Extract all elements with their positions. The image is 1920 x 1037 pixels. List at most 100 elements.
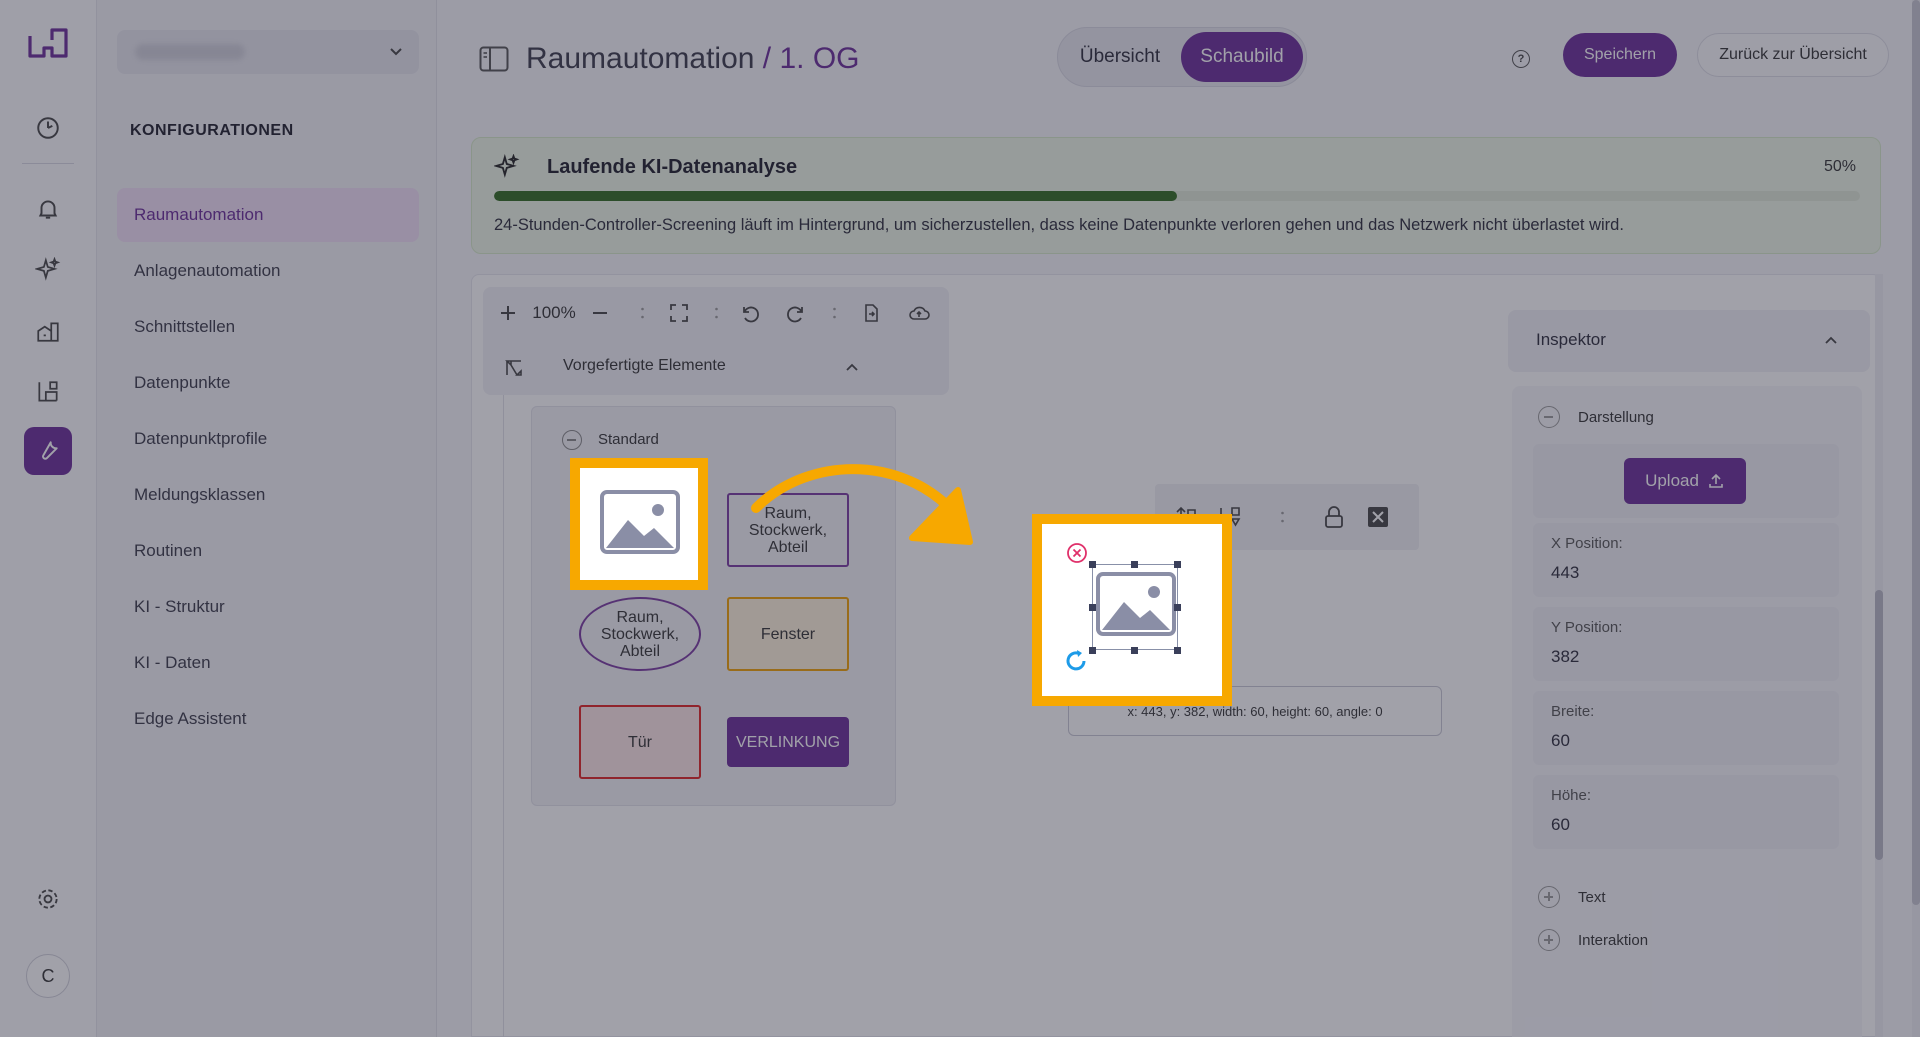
field-height[interactable]: Höhe: 60 [1533, 775, 1839, 849]
sidebar-item-label: Edge Assistent [134, 709, 247, 728]
sidebar-item-anlagenautomation[interactable]: Anlagenautomation [117, 244, 419, 298]
sidebar-item-label: Datenpunkte [134, 373, 231, 392]
logo-icon [28, 28, 68, 58]
scrollbar-thumb[interactable] [1912, 0, 1920, 905]
sidebar-item-label: KI - Daten [134, 653, 211, 672]
zoom-out-button[interactable] [585, 295, 615, 331]
expand-interaction-icon[interactable] [1538, 929, 1560, 951]
cloud-upload-icon [909, 306, 930, 320]
field-label: Höhe: [1551, 787, 1592, 804]
nav-buildings[interactable] [24, 307, 72, 355]
chevron-up-icon [846, 363, 858, 371]
ai-banner-description: 24-Stunden-Controller-Screening läuft im… [494, 216, 1624, 234]
field-width[interactable]: Breite: 60 [1533, 691, 1839, 765]
palette-ellipse-element[interactable]: Raum, Stockwerk, Abteil [579, 597, 701, 671]
ai-progress-bar [494, 191, 1860, 201]
upload-button[interactable]: Upload [1624, 458, 1746, 504]
zoom-in-button[interactable] [493, 295, 523, 331]
section-interaction-label: Interaktion [1578, 932, 1649, 949]
floorplan-icon [38, 381, 58, 402]
user-avatar[interactable]: C [26, 954, 70, 998]
sidebar-item-raumautomation[interactable]: Raumautomation [117, 188, 419, 242]
shapes-icon [505, 360, 522, 376]
bell-icon [38, 200, 58, 219]
editor-toolbar: 100% Vorgefertigte Elemente [483, 287, 949, 395]
section-display-label: Darstellung [1578, 409, 1654, 426]
sidebar-item-ki-struktur[interactable]: KI - Struktur [117, 580, 419, 634]
app-logo[interactable] [26, 26, 70, 66]
field-label: Y Position: [1551, 619, 1623, 636]
sidebar-item-label: Routinen [134, 541, 203, 560]
minus-icon [593, 312, 607, 314]
collapse-display-icon[interactable] [1538, 406, 1560, 428]
palette-window-element[interactable]: Fenster [727, 597, 849, 671]
nav-notifications[interactable] [24, 185, 72, 233]
sidebar-item-datenpunktprofile[interactable]: Datenpunktprofile [117, 412, 419, 466]
fit-to-screen-button[interactable] [663, 295, 695, 331]
upload-label: Upload [1645, 471, 1699, 490]
rail-divider [22, 163, 74, 164]
ai-progress-percent: 50% [1823, 158, 1856, 175]
project-name-blurred [135, 44, 245, 60]
tab-uebersicht[interactable]: Übersicht [1064, 32, 1176, 82]
toolbar-separator [833, 307, 836, 319]
page-title-floor: / 1. OG [754, 42, 860, 75]
sidebar-item-label: Anlagenautomation [134, 261, 281, 280]
expand-text-icon[interactable] [1538, 886, 1560, 908]
tab-schaubild[interactable]: Schaubild [1181, 32, 1303, 82]
upload-icon [1709, 473, 1723, 488]
nav-floorplan[interactable] [24, 368, 72, 416]
back-to-overview-button[interactable]: Zurück zur Übersicht [1697, 33, 1889, 77]
sidebar-item-label: Meldungsklassen [134, 485, 266, 504]
delete-element-icon[interactable] [1365, 504, 1391, 530]
save-button[interactable]: Speichern [1563, 33, 1677, 77]
palette-door-element[interactable]: Tür [579, 705, 701, 779]
cloud-upload-button[interactable] [903, 295, 935, 331]
undo-button[interactable] [733, 295, 765, 331]
sparkle-icon [35, 257, 61, 281]
field-y-position[interactable]: Y Position: 382 [1533, 607, 1839, 681]
sidebar-item-ki-daten[interactable]: KI - Daten [117, 636, 419, 690]
inspector-header[interactable]: Inspektor [1508, 310, 1870, 372]
sidebar-item-meldungsklassen[interactable]: Meldungsklassen [117, 468, 419, 522]
scrollbar-thumb[interactable] [1875, 590, 1883, 860]
undo-icon [743, 306, 759, 323]
import-button[interactable] [855, 295, 887, 331]
palette-link-element[interactable]: VERLINKUNG [727, 717, 849, 767]
config-sidebar: KONFIGURATIONEN Raumautomation Anlagenau… [97, 0, 437, 1037]
lock-icon[interactable] [1321, 504, 1347, 530]
icon-rail: C [0, 0, 97, 1037]
sidebar-item-datenpunkte[interactable]: Datenpunkte [117, 356, 419, 410]
inspector-scrollbar[interactable] [1875, 274, 1883, 1037]
help-icon[interactable]: ? [1512, 50, 1530, 68]
toolbar-separator [641, 307, 644, 319]
inspector-title: Inspektor [1536, 330, 1606, 349]
page-scrollbar[interactable] [1912, 0, 1920, 1037]
dashboard-icon [37, 117, 59, 139]
canvas-guide-line [503, 318, 504, 1037]
ai-banner-title: Laufende KI-Datenanalyse [547, 156, 798, 178]
nav-settings[interactable] [24, 875, 72, 923]
sidebar-item-schnittstellen[interactable]: Schnittstellen [117, 300, 419, 354]
field-label: Breite: [1551, 703, 1595, 720]
nav-configuration[interactable] [24, 427, 72, 475]
sidebar-item-edge-assistent[interactable]: Edge Assistent [117, 692, 419, 746]
prefab-elements-label: Vorgefertigte Elemente [563, 357, 726, 374]
sidebar-item-routinen[interactable]: Routinen [117, 524, 419, 578]
nav-ai[interactable] [24, 246, 72, 294]
redo-button[interactable] [781, 295, 813, 331]
prefab-elements-header[interactable]: Vorgefertigte Elemente [483, 341, 949, 395]
project-selector[interactable] [117, 30, 419, 74]
page-title-main: Raumautomation [526, 42, 755, 75]
file-import-icon [865, 304, 878, 322]
sidebar-toggle-icon[interactable] [479, 46, 509, 72]
nav-dashboard[interactable] [24, 104, 72, 152]
ai-progress-fill [494, 191, 1177, 201]
gear-icon [38, 889, 58, 909]
collapse-group-icon[interactable] [562, 430, 582, 450]
wrench-icon [42, 441, 58, 460]
field-x-position[interactable]: X Position: 443 [1533, 523, 1839, 597]
highlight-palette-image [570, 458, 708, 590]
toolbar-separator [715, 307, 718, 319]
sidebar-item-label: Schnittstellen [134, 317, 236, 336]
